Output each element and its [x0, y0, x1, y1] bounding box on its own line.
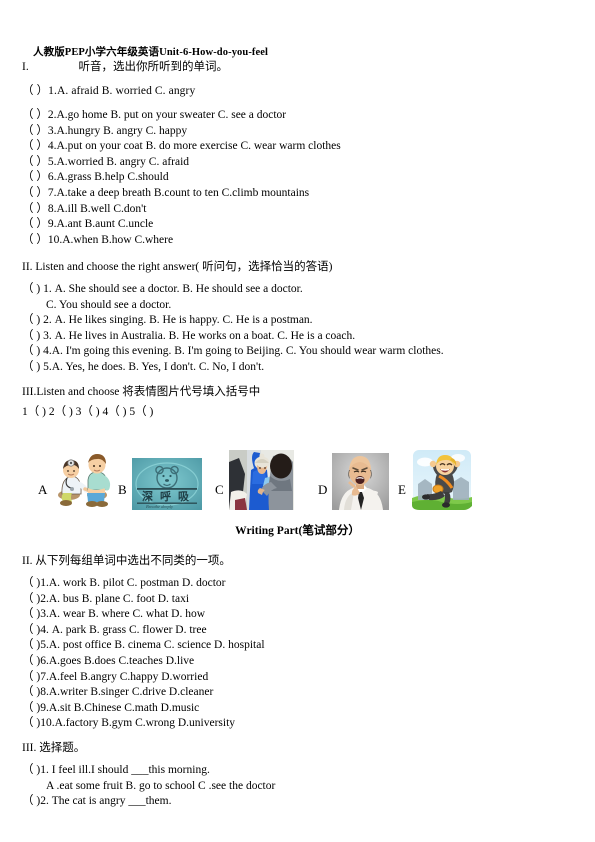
question-item[interactable]: （ ) 3. A. He lives in Australia. B. He w… [22, 329, 582, 345]
section-3-title: III.Listen and choose 将表情图片代号填入括号中 [22, 386, 261, 398]
question-item[interactable]: （ )2. The cat is angry ___them. [22, 794, 582, 810]
section-4-questions: （ )1.A. work B. pilot C. postman D. doct… [22, 576, 582, 732]
section-2-questions: （ ) 1. A. She should see a doctor. B. He… [22, 282, 582, 376]
page-title: 人教版PEP小学六年级英语Unit-6-How-do-you-feel [33, 47, 269, 58]
question-item[interactable]: （ )5.A. post office B. cinema C. science… [22, 638, 582, 654]
question-item[interactable]: （ ) 5.A. Yes, he does. B. Yes, I don't. … [22, 360, 582, 376]
question-item[interactable]: （ )9.A.sit B.Chinese C.math D.music [22, 701, 582, 717]
svg-text:吸: 吸 [178, 490, 190, 503]
question-item[interactable]: （ ）3.A.hungry B. angry C. happy [22, 124, 582, 140]
svg-text:深: 深 [142, 489, 153, 503]
picture-choice-b[interactable]: B 深 呼 吸 Breathe deeply [118, 458, 202, 510]
deep-breath-bear-sign: 深 呼 吸 Breathe deeply [131, 458, 202, 510]
section-1-number: I. [22, 61, 29, 73]
question-option-line[interactable]: C. You should see a doctor. [22, 298, 582, 314]
question-item[interactable]: （ )8.A.writer B.singer C.drive D.cleaner [22, 685, 582, 701]
question-item[interactable]: （ ）9.A.ant B.aunt C.uncle [22, 217, 582, 233]
question-item[interactable]: （ ）4.A.put on your coat B. do more exerc… [22, 139, 582, 155]
section-1-heading: I. 听音，选出你所听到的单词。 [22, 58, 582, 74]
question-item[interactable]: （ ) 1. A. She should see a doctor. B. He… [22, 282, 582, 298]
section-1-title: 听音，选出你所听到的单词。 [78, 61, 228, 73]
question-item[interactable]: （ ）6.A.grass B.help C.should [22, 170, 582, 186]
question-item[interactable]: （ ）10.A.when B.how C.where [22, 233, 582, 249]
question-item[interactable]: （ ) 4.A. I'm going this evening. B. I'm … [22, 344, 582, 360]
question-item[interactable]: （ ) 2. A. He likes singing. B. He is hap… [22, 313, 582, 329]
section-2-heading: II. Listen and choose the right answer( … [22, 258, 582, 274]
person-helping-child-photo [228, 450, 294, 510]
svg-text:呼: 呼 [160, 489, 171, 503]
question-option-line[interactable]: A .eat some fruit B. go to school C .see… [22, 779, 582, 795]
question-item[interactable]: （ ）8.A.ill B.well C.don't [22, 202, 582, 218]
section-5-questions: （ )1. I feel ill.I should ___this mornin… [22, 763, 582, 810]
question-item[interactable]: （ ）7.A.take a deep breath B.count to ten… [22, 186, 582, 202]
section-4-heading: II. 从下列每组单词中选出不同类的一项。 [22, 552, 582, 568]
section-3-heading: III.Listen and choose 将表情图片代号填入括号中 [22, 383, 582, 399]
picture-choice-e[interactable]: E [398, 448, 473, 510]
section-5-title: III. 选择题。 [22, 742, 86, 754]
angry-man-shouting-photo [332, 453, 390, 510]
question-item[interactable]: （ )6.A.goes B.does C.teaches D.live [22, 654, 582, 670]
question-item[interactable]: （ ）1.A. afraid B. worried C. angry [22, 84, 582, 100]
section-3-answer-blanks: 1（ ) 2（ ) 3（ ) 4（ ) 5（ ) [22, 405, 582, 421]
picture-label-a: A [38, 482, 48, 497]
question-item[interactable]: （ )10.A.factory B.gym C.wrong D.universi… [22, 716, 582, 732]
picture-label-b: B [118, 482, 127, 497]
question-item[interactable]: （ ）5.A.worried B. angry C. afraid [22, 155, 582, 171]
answer-blanks-row[interactable]: 1（ ) 2（ ) 3（ ) 4（ ) 5（ ) [22, 405, 582, 421]
picture-label-c: C [215, 482, 224, 497]
happy-running-person-illustration [410, 448, 473, 510]
doctor-examining-boy-illustration [52, 448, 115, 510]
question-item[interactable]: （ )1. I feel ill.I should ___this mornin… [22, 763, 582, 779]
section-2-title: II. Listen and choose the right answer( … [22, 261, 333, 273]
picture-choice-c[interactable]: C [215, 450, 294, 510]
writing-part-heading: Writing Part(笔试部分） [235, 525, 360, 537]
picture-choice-d[interactable]: D [318, 453, 390, 510]
section-4-title: II. 从下列每组单词中选出不同类的一项。 [22, 555, 231, 567]
emotion-picture-row: A B 深 呼 吸 Breathe deeply C D E [30, 432, 480, 510]
svg-text:Breathe deeply: Breathe deeply [146, 504, 173, 509]
question-item[interactable]: （ )2.A. bus B. plane C. foot D. taxi [22, 592, 582, 608]
question-item[interactable]: （ )4. A. park B. grass C. flower D. tree [22, 623, 582, 639]
section-1-questions-rest: （ ）2.A.go home B. put on your sweater C.… [22, 108, 582, 248]
section-5-heading: III. 选择题。 [22, 739, 582, 755]
question-item[interactable]: （ ）2.A.go home B. put on your sweater C.… [22, 108, 582, 124]
worksheet-page: 人教版PEP小学六年级英语Unit-6-How-do-you-feel I. 听… [0, 0, 595, 842]
question-item[interactable]: （ )3.A. wear B. where C. what D. how [22, 607, 582, 623]
picture-label-e: E [398, 482, 406, 497]
question-item[interactable]: （ )7.A.feel B.angry C.happy D.worried [22, 670, 582, 686]
picture-choice-a[interactable]: A [38, 448, 115, 510]
picture-label-d: D [318, 482, 328, 497]
question-item[interactable]: （ )1.A. work B. pilot C. postman D. doct… [22, 576, 582, 592]
section-1-questions: （ ）1.A. afraid B. worried C. angry [22, 84, 582, 100]
